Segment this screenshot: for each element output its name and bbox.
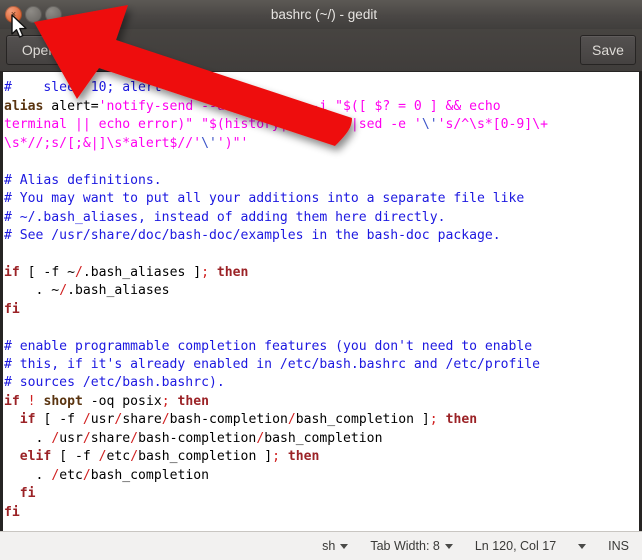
cursor-position: Ln 120, Col 17 [475,539,556,553]
open-button[interactable]: Open [6,35,72,65]
tab-width-selector[interactable]: Tab Width: 8 [370,539,453,553]
code-line: elif [ -f /etc/bash_completion ]; then [19,449,320,465]
code-line: # You may want to put all your additions… [4,191,525,207]
insert-mode-indicator[interactable]: INS [608,539,629,553]
position-dropdown[interactable] [578,543,587,549]
window-controls: × [5,6,62,23]
code-line: fi [4,301,20,317]
code-line: \s*//;s/[;&|]\s*alert$//'\'')"' [4,135,249,151]
window-title: bashrc (~/) - gedit [270,7,378,22]
close-icon: × [10,9,17,19]
code-line: # See /usr/share/doc/bash-doc/examples i… [4,227,501,243]
language-label: sh [322,539,336,553]
code-line: alias alert='notify-send --urgency=low -… [4,98,501,114]
save-button-label: Save [592,42,624,58]
code-line: # this, if it's already enabled in /etc/… [4,357,541,373]
code-line: # ~/.bash_aliases, instead of adding the… [4,209,446,225]
cursor-position-label: Ln 120, Col 17 [474,539,557,553]
titlebar: × bashrc (~/) - gedit [0,0,642,29]
code-line: . /usr/share/bash-completion/bash_comple… [4,430,383,446]
source-code[interactable]: # sleep 10; alert alias alert='notify-sen… [3,72,639,531]
language-selector[interactable]: sh [322,539,349,553]
code-line: # Alias definitions. [4,172,162,188]
code-line: if [ -f /usr/share/bash-completion/bash_… [19,412,478,428]
code-line: # enable programmable completion feature… [4,338,533,354]
code-line: # sleep 10; alert [4,80,162,96]
gedit-window: × bashrc (~/) - gedit Open + Save # slee… [0,0,642,560]
new-tab-button[interactable]: + [78,35,112,65]
code-line: . ~/.bash_aliases [4,283,170,299]
toolbar: Open + Save [0,29,642,72]
code-line: fi [4,504,20,520]
open-button-label: Open [21,42,57,58]
chevron-down-icon [444,543,453,549]
chevron-down-icon [340,543,349,549]
statusbar: sh Tab Width: 8 Ln 120, Col 17 INS [0,531,642,560]
save-button[interactable]: Save [580,35,636,65]
insert-mode-label: INS [608,539,629,553]
chevron-down-icon [578,543,587,549]
code-line: # sources /etc/bash.bashrc). [4,375,225,391]
code-line: fi [19,486,36,502]
code-line: if ! shopt -oq posix; then [4,393,210,409]
code-line: terminal || echo error)" "$(history|tail… [4,117,548,133]
close-button[interactable]: × [5,6,22,23]
minimize-button[interactable] [25,6,42,23]
plus-icon: + [91,42,99,58]
editor-text-area[interactable]: # sleep 10; alert alias alert='notify-sen… [0,72,642,531]
code-line: . /etc/bash_completion [4,467,209,483]
code-line: if [ -f ~/.bash_aliases ]; then [4,264,249,280]
tab-width-label: Tab Width: 8 [370,539,440,553]
maximize-button[interactable] [45,6,62,23]
